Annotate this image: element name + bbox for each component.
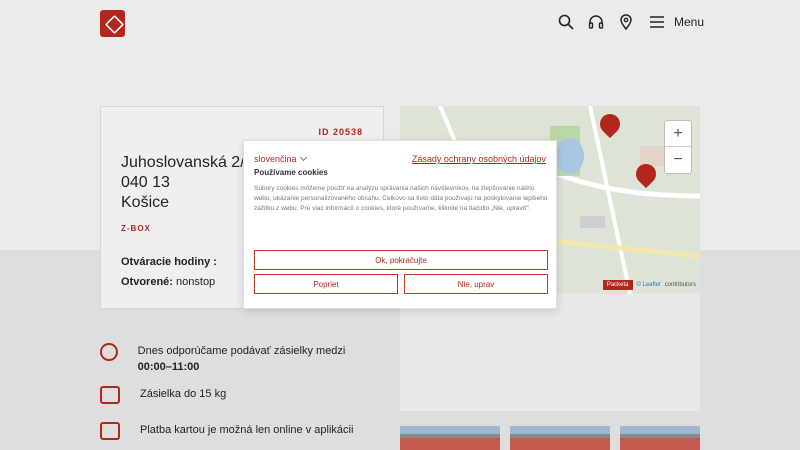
cookie-dialog: slovenčina Zásady ochrany osobných údajo… — [243, 140, 557, 309]
photo-thumbnail[interactable] — [400, 426, 500, 450]
info-row-hours: Dnes odporúčame podávať zásielky medzi 0… — [100, 343, 370, 375]
photo-thumbnail[interactable] — [510, 426, 610, 450]
address: Juhoslovanská 2/A 040 13 Košice — [121, 153, 255, 213]
street: Juhoslovanská 2/A — [121, 154, 256, 171]
zoom-in-button[interactable]: + — [665, 121, 691, 147]
leaflet-link[interactable]: © Leaflet — [637, 282, 661, 288]
packeta-badge: Packeta — [602, 280, 633, 290]
info-text: Zásielka do 15 kg — [140, 388, 227, 400]
info-row-weight: Zásielka do 15 kg — [100, 386, 226, 404]
language-label: slovenčina — [254, 154, 297, 164]
headset-icon[interactable] — [588, 14, 604, 30]
zoom-out-button[interactable]: − — [665, 147, 691, 173]
pickup-id: ID 20538 — [318, 127, 363, 137]
weight-icon — [100, 386, 120, 404]
contributors-text: contributors — [664, 282, 696, 288]
customize-button[interactable]: Nie, uprav — [404, 274, 548, 294]
map-attribution: Packeta © Leaflet contributors — [602, 278, 700, 292]
info-text: Platba kartou je možná len online v apli… — [140, 424, 354, 436]
open-label: Otvorené: — [121, 276, 173, 288]
chevron-down-icon — [299, 153, 307, 162]
open-status: Otvorené: nonstop — [121, 276, 215, 288]
zip: 040 13 — [121, 174, 170, 191]
clock-icon — [100, 343, 118, 361]
point-type: Z-BOX — [121, 224, 151, 233]
search-icon[interactable] — [558, 14, 574, 30]
location-pin-icon[interactable] — [618, 14, 634, 30]
cookie-text: Súbory cookies môžeme použiť na analýzu … — [254, 185, 548, 212]
packeta-logo[interactable] — [100, 10, 125, 37]
privacy-policy-link[interactable]: Zásady ochrany osobných údajov — [412, 154, 546, 164]
reject-button[interactable]: Popriet — [254, 274, 398, 294]
hamburger-icon[interactable] — [649, 14, 665, 30]
city: Košice — [121, 194, 170, 211]
info-text: Dnes odporúčame podávať zásielky medzi 0… — [137, 345, 346, 373]
accept-button[interactable]: Ok, pokračujte — [254, 250, 548, 270]
info-row-card: Platba kartou je možná len online v apli… — [100, 422, 353, 440]
cookie-title: Používame cookies — [254, 168, 328, 177]
zoom-controls: + − — [664, 120, 692, 174]
photo-thumbnail[interactable] — [620, 426, 700, 450]
map-panel-background — [400, 294, 700, 411]
language-selector[interactable]: slovenčina — [254, 153, 307, 164]
menu-label[interactable]: Menu — [674, 15, 704, 29]
card-icon — [100, 422, 120, 440]
opening-hours-label: Otváracie hodiny : — [121, 256, 217, 268]
open-value: nonstop — [176, 276, 216, 288]
